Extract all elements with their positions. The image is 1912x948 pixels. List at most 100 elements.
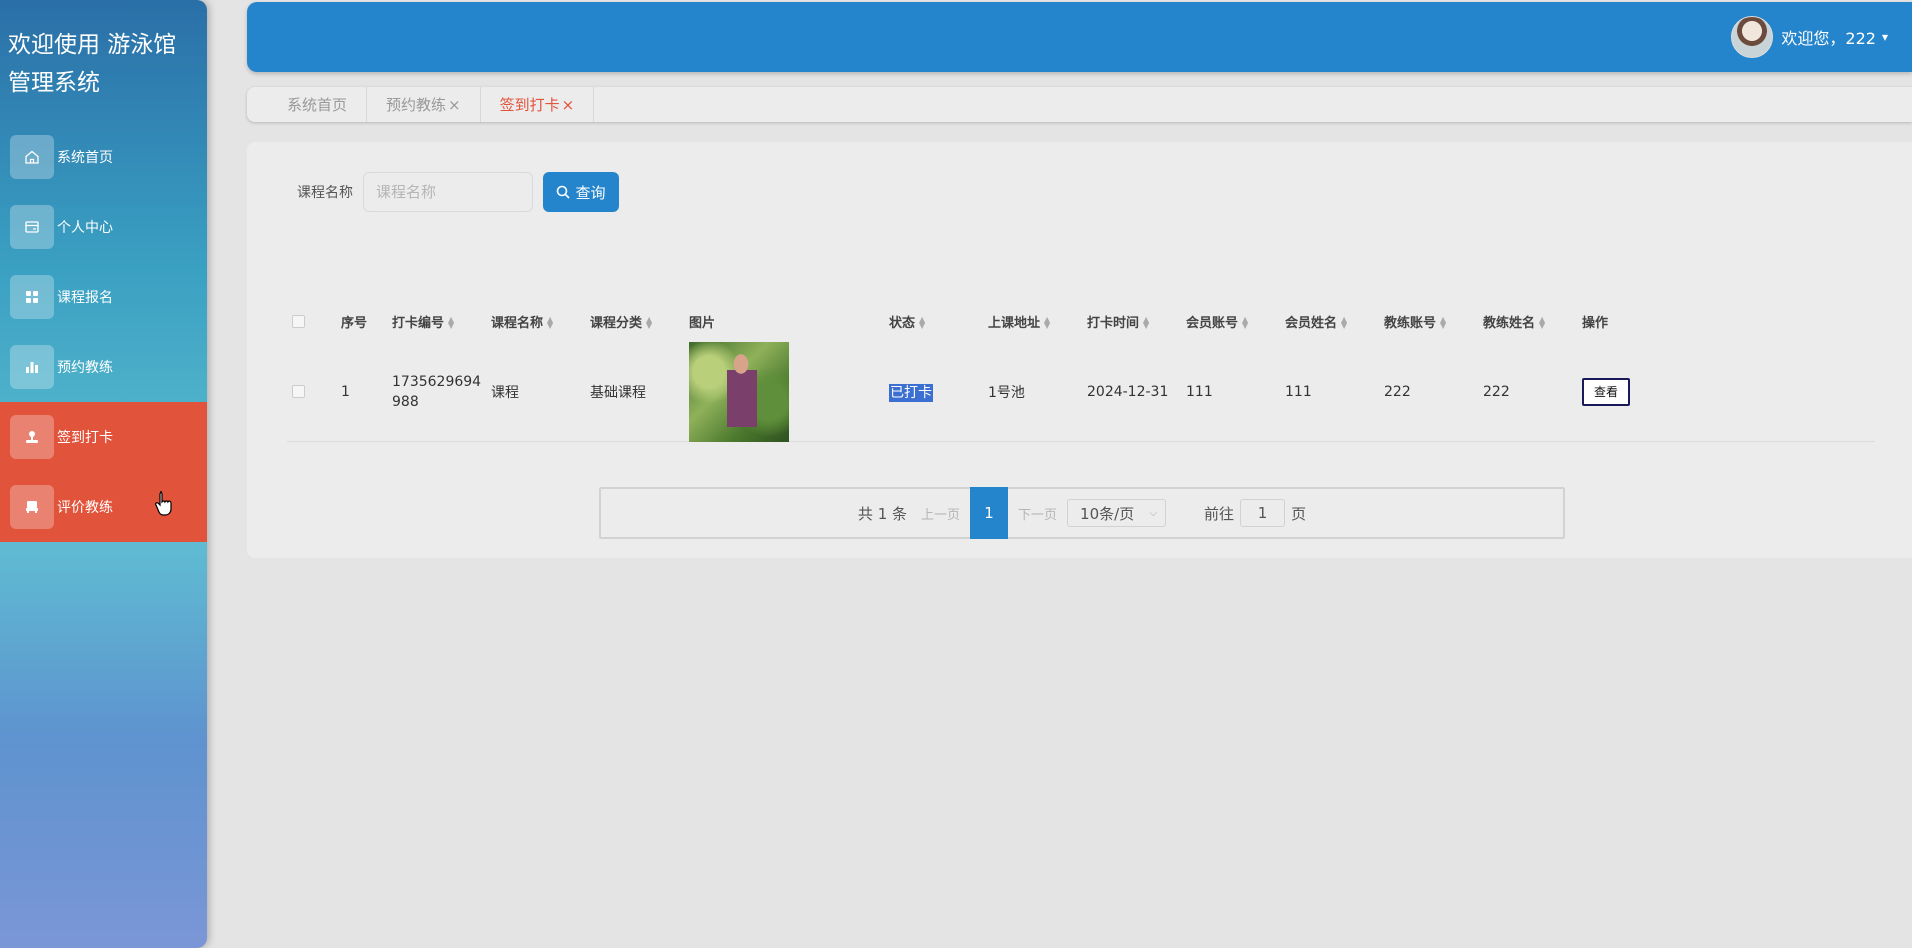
col-address[interactable]: 上课地址 ▲ ▼ [984,312,1083,331]
tab-bar: 系统首页 预约教练 × 签到打卡 × [247,87,1912,122]
col-time-label: 打卡时间 [1087,315,1140,331]
close-icon[interactable]: × [448,96,461,114]
cell-member-account: 111 [1186,383,1213,400]
sort-icon[interactable]: ▲ ▼ [919,316,925,330]
sort-icon[interactable]: ▲ ▼ [1143,316,1149,330]
sidebar-item-label: 课程报名 [57,290,113,306]
sidebar-item-profile[interactable]: 个人中心 [0,192,207,262]
sidebar-item-home[interactable]: 系统首页 [0,122,207,192]
pagination-total: 共 1 条 [857,504,908,523]
col-status-label: 状态 [889,315,916,331]
status-text: 已打卡 [889,383,933,402]
cell-course: 课程 [491,384,519,401]
col-member-name[interactable]: 会员姓名 ▲ ▼ [1281,312,1380,331]
checkin-table: 序号 打卡编号 ▲ ▼ 课程名称 ▲ ▼ 课程分类 ▲ ▼ 图片 状态 ▲ ▼ 上课地址 ▲ ▼ 打… [287,300,1875,442]
sort-icon[interactable]: ▲ ▼ [1539,316,1545,330]
select-all-checkbox[interactable] [292,314,305,328]
query-button-label: 查询 [575,183,606,202]
course-name-input[interactable] [363,172,533,212]
sort-icon[interactable]: ▲ ▼ [547,316,553,330]
course-photo[interactable] [689,341,789,442]
col-index: 序号 [341,315,368,331]
sidebar-menu: 系统首页 个人中心 课程报名 预约教练 签到打卡 评价教练 [0,122,207,542]
cell-address: 1号池 [988,384,1025,401]
tab-label: 系统首页 [287,96,348,114]
tab-label: 预约教练 [386,96,447,114]
goto-unit: 页 [1291,504,1307,523]
next-page-button[interactable]: 下一页 [1018,504,1057,523]
tab-checkin[interactable]: 签到打卡 × [481,87,595,122]
goto-page-input[interactable] [1240,499,1286,527]
col-code[interactable]: 打卡编号 ▲ ▼ [388,312,487,331]
page-number-button[interactable]: 1 [970,487,1009,539]
col-status[interactable]: 状态 ▲ ▼ [885,312,984,331]
sort-icon[interactable]: ▲ ▼ [1044,316,1050,330]
chevron-down-icon[interactable]: ▾ [1882,30,1888,44]
col-address-label: 上课地址 [988,315,1041,331]
col-coach-account[interactable]: 教练账号 ▲ ▼ [1380,312,1479,331]
sort-icon[interactable]: ▲ ▼ [448,316,454,330]
view-button[interactable]: 查看 [1582,377,1631,406]
sort-icon[interactable]: ▲ ▼ [1341,316,1347,330]
sidebar-item-course-signup[interactable]: 课程报名 [0,262,207,332]
top-header: 欢迎您，222 ▾ [247,2,1912,72]
hand-cursor-icon [155,491,172,516]
search-icon [557,185,571,199]
cell-time: 2024-12-31 [1087,383,1169,400]
col-course[interactable]: 课程名称 ▲ ▼ [487,312,586,331]
sidebar-item-checkin[interactable]: 签到打卡 [0,402,207,472]
seat-icon [10,485,54,529]
sort-icon[interactable]: ▲ ▼ [1242,316,1248,330]
cell-action: 查看 [1578,377,1677,406]
col-category[interactable]: 课程分类 ▲ ▼ [586,312,685,331]
page-size-value: 10条/页 [1080,504,1135,523]
tab-home[interactable]: 系统首页 [247,87,368,122]
user-menu[interactable]: 欢迎您，222 ▾ [1731,16,1888,58]
main-panel: 课程名称 查询 序号 打卡编号▲▼ 课程名称▲▼ 课程分类▲▼ 图片 状态▲▼ … [247,142,1912,558]
grid-icon [10,275,54,319]
sidebar-item-rate-coach[interactable]: 评价教练 [0,472,207,542]
cell-status: 已打卡 [885,382,984,402]
select-all-cell [287,314,337,328]
table-header: 序号 打卡编号 ▲ ▼ 课程名称 ▲ ▼ 课程分类 ▲ ▼ 图片 状态 ▲ ▼ 上课地址 ▲ ▼ 打… [287,300,1875,342]
sidebar-item-book-coach[interactable]: 预约教练 [0,332,207,402]
col-image: 图片 [689,315,716,331]
tab-book-coach[interactable]: 预约教练 × [367,87,481,122]
sidebar-item-label: 签到打卡 [57,430,113,446]
sort-icon[interactable]: ▲ ▼ [1440,316,1446,330]
col-category-label: 课程分类 [590,315,643,331]
sidebar-item-label: 评价教练 [57,500,113,516]
search-label: 课程名称 [297,185,353,201]
col-code-label: 打卡编号 [392,315,445,331]
col-coach-account-label: 教练账号 [1384,315,1437,331]
col-time[interactable]: 打卡时间 ▲ ▼ [1083,312,1182,331]
sidebar-item-label: 个人中心 [57,220,113,236]
cell-code: 1735629694988 [392,373,482,410]
query-button[interactable]: 查询 [543,172,619,212]
home-icon [10,135,54,179]
col-course-label: 课程名称 [491,315,544,331]
col-member-account[interactable]: 会员账号 ▲ ▼ [1182,312,1281,331]
sort-icon[interactable]: ▲ ▼ [646,316,652,330]
cell-index: 1 [341,383,350,400]
row-checkbox[interactable] [292,385,305,398]
cell-coach-account: 222 [1384,383,1411,400]
col-action: 操作 [1582,315,1609,331]
search-bar: 课程名称 查询 [297,172,619,212]
cell-category: 基础课程 [590,384,646,401]
avatar[interactable] [1731,16,1774,58]
page-size-select[interactable]: 10条/页 ⌵ [1067,499,1167,527]
pagination: 共 1 条 上一页 1 下一页 10条/页 ⌵ 前往 页 [599,487,1565,539]
card-icon [10,205,54,249]
chevron-down-icon: ⌵ [1149,507,1158,519]
goto-page: 前往 页 [1204,499,1306,527]
col-coach-name[interactable]: 教练姓名 ▲ ▼ [1479,312,1578,331]
row-select-cell [287,385,337,398]
cell-image [685,341,885,442]
col-member-account-label: 会员账号 [1186,315,1239,331]
prev-page-button[interactable]: 上一页 [921,504,960,523]
close-icon[interactable]: × [562,96,575,114]
welcome-text: 欢迎您，222 [1781,29,1876,48]
stamp-icon [10,415,54,459]
app-title: 欢迎使用 游泳馆管理系统 [8,32,177,96]
